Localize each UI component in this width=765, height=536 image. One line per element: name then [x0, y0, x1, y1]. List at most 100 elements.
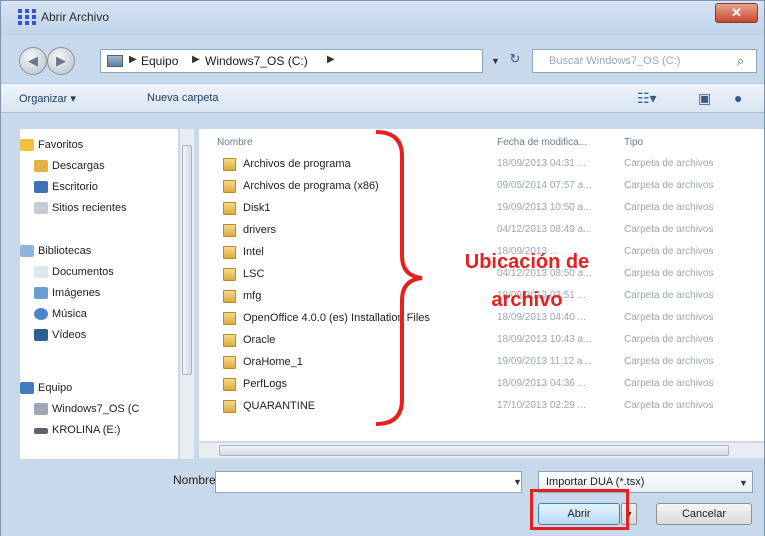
folder-icon: [223, 202, 236, 215]
navigation-bar: ◀ ▶ ▶ Equipo ▶ Windows7_OS (C:) ▶ ▼ ↻ Bu…: [1, 35, 764, 83]
recent-places-icon: [34, 202, 48, 214]
file-name-dropdown-icon[interactable]: ▼: [513, 477, 522, 487]
chevron-right-icon[interactable]: ▶: [129, 54, 137, 65]
navigation-scrollbar[interactable]: [179, 129, 194, 459]
file-row[interactable]: Archivos de programa 18/09/2013 04:31 ..…: [199, 155, 764, 177]
documents-icon: [34, 266, 48, 278]
computer-icon: [107, 55, 123, 67]
scrollbar-thumb[interactable]: [219, 445, 729, 456]
file-row[interactable]: PerfLogs 18/09/2013 04:36 ... Carpeta de…: [199, 375, 764, 397]
search-placeholder: Buscar Windows7_OS (C:): [549, 55, 681, 67]
view-options-icon[interactable]: ☷▾: [637, 90, 657, 107]
file-date: 09/05/2014 07:57 a...: [497, 180, 592, 191]
cancel-button[interactable]: Cancelar: [656, 503, 752, 525]
file-name: PerfLogs: [243, 378, 288, 390]
breadcrumb-computer[interactable]: Equipo: [141, 54, 178, 68]
back-arrow-icon[interactable]: ◀: [19, 47, 47, 75]
hard-drive-icon: [34, 403, 48, 415]
address-dropdown-icon[interactable]: ▼: [491, 56, 500, 66]
usb-drive-icon: [34, 428, 48, 434]
preview-pane-icon[interactable]: ▣: [698, 90, 711, 107]
file-row[interactable]: Oracle 18/09/2013 10:43 a... Carpeta de …: [199, 331, 764, 353]
file-name: mfg: [243, 290, 262, 302]
annotation-line-1: Ubicación de: [464, 251, 590, 273]
dialog-footer: Nombre: ▼ Importar DUA (*.tsx) ▼ Abrir ▼…: [1, 459, 764, 536]
chevron-right-icon[interactable]: ▶: [327, 54, 335, 65]
column-header-name[interactable]: Nombre: [217, 137, 253, 148]
folder-icon: [223, 224, 236, 237]
file-name-input[interactable]: [215, 471, 522, 493]
folder-icon: [223, 356, 236, 369]
file-date: 18/09/2013 10:43 a...: [497, 334, 592, 345]
new-folder-button[interactable]: Nueva carpeta: [147, 92, 219, 104]
file-type: Carpeta de archivos: [624, 268, 714, 279]
refresh-icon[interactable]: ↻: [504, 51, 526, 71]
file-date: 17/10/2013 02:29 ...: [497, 400, 586, 411]
app-grid-icon: [18, 9, 36, 25]
file-row[interactable]: Disk1 19/09/2013 10:50 a... Carpeta de a…: [199, 199, 764, 221]
file-date: 18/09/2013 04:31 ...: [497, 158, 586, 169]
horizontal-scrollbar[interactable]: [199, 442, 764, 458]
file-date: 04/12/2013 08:49 a...: [497, 224, 592, 235]
file-type: Carpeta de archivos: [624, 378, 714, 389]
file-type: Carpeta de archivos: [624, 290, 714, 301]
file-name: Archivos de programa (x86): [243, 180, 379, 192]
help-icon[interactable]: ●: [734, 90, 742, 106]
address-bar[interactable]: ▶ Equipo ▶ Windows7_OS (C:) ▶: [100, 49, 483, 73]
chevron-right-icon[interactable]: ▶: [192, 54, 200, 65]
music-note-icon: [34, 308, 48, 320]
file-name: Intel: [243, 246, 264, 258]
videos-icon: [34, 329, 48, 341]
annotation-label: Ubicación de archivo: [437, 243, 617, 319]
libraries-icon: [20, 245, 34, 257]
downloads-folder-icon: [34, 160, 48, 172]
file-name: drivers: [243, 224, 277, 236]
close-button[interactable]: ✕: [715, 3, 758, 23]
file-name: Oracle: [243, 334, 276, 346]
folder-icon: [223, 400, 236, 413]
title-bar: Abrir Archivo ✕: [1, 1, 764, 35]
file-name: Archivos de programa: [243, 158, 351, 170]
file-date: 19/09/2013 11:12 a...: [497, 356, 591, 367]
file-name: Disk1: [243, 202, 271, 214]
file-name: LSC: [243, 268, 265, 280]
annotation-highlight-box: [530, 489, 629, 530]
file-type: Carpeta de archivos: [624, 312, 714, 323]
file-type: Carpeta de archivos: [624, 334, 714, 345]
annotation-line-2: archivo: [491, 289, 563, 311]
file-type: Carpeta de archivos: [624, 246, 714, 257]
file-row[interactable]: drivers 04/12/2013 08:49 a... Carpeta de…: [199, 221, 764, 243]
desktop-icon: [34, 181, 48, 193]
folder-icon: [223, 334, 236, 347]
organize-button[interactable]: Organizar ▾: [19, 92, 76, 105]
search-icon[interactable]: ⌕: [737, 53, 744, 69]
file-date: 19/09/2013 10:50 a...: [497, 202, 592, 213]
star-icon: [20, 139, 34, 151]
file-type: Carpeta de archivos: [624, 202, 714, 213]
file-row[interactable]: OraHome_1 19/09/2013 11:12 a... Carpeta …: [199, 353, 764, 375]
folder-icon: [223, 290, 236, 303]
folder-icon: [223, 246, 236, 259]
annotation-brace: [375, 130, 423, 426]
folder-icon: [223, 268, 236, 281]
file-type: Carpeta de archivos: [624, 400, 714, 411]
file-type: Carpeta de archivos: [624, 180, 714, 191]
images-icon: [34, 287, 48, 299]
file-type-filter-value: Importar DUA (*.tsx): [546, 476, 645, 488]
file-row[interactable]: QUARANTINE 17/10/2013 02:29 ... Carpeta …: [199, 397, 764, 419]
folder-icon: [223, 378, 236, 391]
file-name: OraHome_1: [243, 356, 303, 368]
breadcrumb-drive-c[interactable]: Windows7_OS (C:): [205, 54, 308, 68]
search-box[interactable]: Buscar Windows7_OS (C:) ⌕: [532, 49, 757, 73]
computer-icon: [20, 382, 34, 394]
file-type: Carpeta de archivos: [624, 158, 714, 169]
forward-arrow-icon[interactable]: ▶: [47, 47, 75, 75]
folder-icon: [223, 312, 236, 325]
file-name: QUARANTINE: [243, 400, 316, 412]
column-header-type[interactable]: Tipo: [624, 137, 643, 148]
column-header-date[interactable]: Fecha de modifica...: [497, 137, 587, 148]
file-type: Carpeta de archivos: [624, 224, 714, 235]
navigation-pane: Favoritos Descargas Escritorio Sitios re…: [20, 129, 178, 459]
file-row[interactable]: Archivos de programa (x86) 09/05/2014 07…: [199, 177, 764, 199]
scrollbar-thumb[interactable]: [182, 145, 192, 375]
